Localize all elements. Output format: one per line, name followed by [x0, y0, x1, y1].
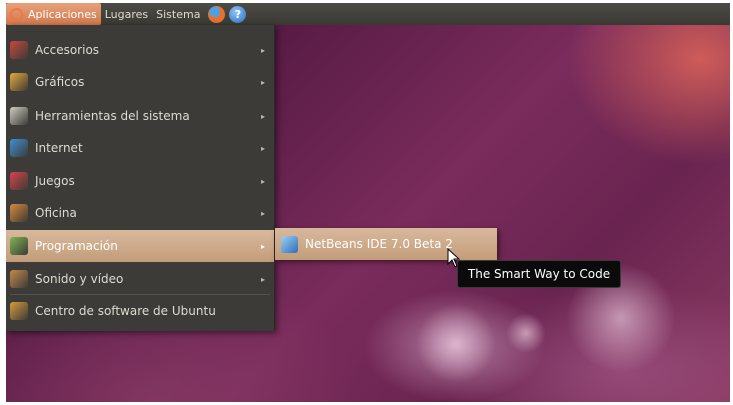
software-center-icon [10, 302, 28, 320]
places-menu-label: Lugares [104, 7, 149, 21]
sound-video-icon [10, 270, 28, 288]
menu-item-system-tools[interactable]: Herramientas del sistema ▸ [6, 100, 274, 132]
menu-item-label: Programación [35, 239, 118, 253]
menu-item-internet[interactable]: Internet ▸ [6, 132, 274, 164]
submenu-arrow-icon: ▸ [260, 143, 265, 153]
menu-item-accessories[interactable]: Accesorios ▸ [6, 34, 274, 66]
wallpaper-bokeh [416, 303, 496, 383]
submenu-arrow-icon: ▸ [260, 45, 265, 55]
applications-menu-label: Aplicaciones [28, 7, 97, 21]
top-panel: Aplicaciones Lugares Sistema ? [6, 3, 730, 25]
office-icon [10, 204, 28, 222]
menu-item-label: Accesorios [35, 43, 100, 57]
tooltip-text: The Smart Way to Code [467, 267, 611, 281]
menu-item-sound-video[interactable]: Sonido y vídeo ▸ [6, 263, 274, 295]
netbeans-menu-item-label: NetBeans IDE 7.0 Beta 2 [305, 237, 453, 251]
menu-item-label: Sonido y vídeo [35, 272, 124, 286]
desktop: Aplicaciones Lugares Sistema ? Accesorio… [6, 3, 730, 402]
programming-submenu[interactable]: NetBeans IDE 7.0 Beta 2 [275, 228, 497, 260]
games-icon [10, 172, 28, 190]
menu-separator [10, 294, 270, 295]
internet-icon [10, 139, 28, 157]
graphics-icon [10, 73, 28, 91]
submenu-arrow-icon: ▸ [260, 77, 265, 87]
menu-item-software-center[interactable]: Centro de software de Ubuntu [6, 295, 274, 327]
applications-menu-button[interactable]: Aplicaciones [6, 3, 101, 25]
tooltip: The Smart Way to Code [457, 260, 621, 288]
programming-icon [10, 237, 28, 255]
system-menu-label: Sistema [156, 7, 201, 21]
menu-item-label: Herramientas del sistema [35, 109, 190, 123]
submenu-arrow-icon: ▸ [260, 111, 265, 121]
system-menu-button[interactable]: Sistema [152, 3, 204, 25]
menu-item-label: Internet [35, 141, 83, 155]
submenu-arrow-icon: ▸ [260, 176, 265, 186]
firefox-icon[interactable] [208, 5, 226, 23]
menu-item-label: Oficina [35, 206, 77, 220]
submenu-arrow-icon: ▸ [260, 274, 265, 284]
menu-item-label: Gráficos [35, 75, 85, 89]
menu-item-label: Juegos [35, 174, 75, 188]
menu-item-programming[interactable]: Programación ▸ [6, 230, 274, 262]
menu-item-label: Centro de software de Ubuntu [35, 304, 216, 318]
menu-item-graphics[interactable]: Gráficos ▸ [6, 66, 274, 98]
submenu-arrow-icon: ▸ [260, 208, 265, 218]
submenu-arrow-icon: ▸ [260, 241, 265, 251]
accessories-icon [10, 41, 28, 59]
menu-item-office[interactable]: Oficina ▸ [6, 197, 274, 229]
applications-menu: Accesorios ▸ Gráficos ▸ Herramientas del sis… [6, 25, 275, 331]
places-menu-button[interactable]: Lugares [101, 3, 152, 25]
netbeans-icon [281, 235, 298, 253]
system-tools-icon [10, 107, 28, 125]
menu-item-games[interactable]: Juegos ▸ [6, 165, 274, 197]
help-icon[interactable]: ? [229, 5, 247, 23]
ubuntu-logo-icon [10, 7, 23, 21]
wallpaper-bokeh [506, 313, 546, 353]
mouse-pointer-icon [447, 248, 461, 268]
